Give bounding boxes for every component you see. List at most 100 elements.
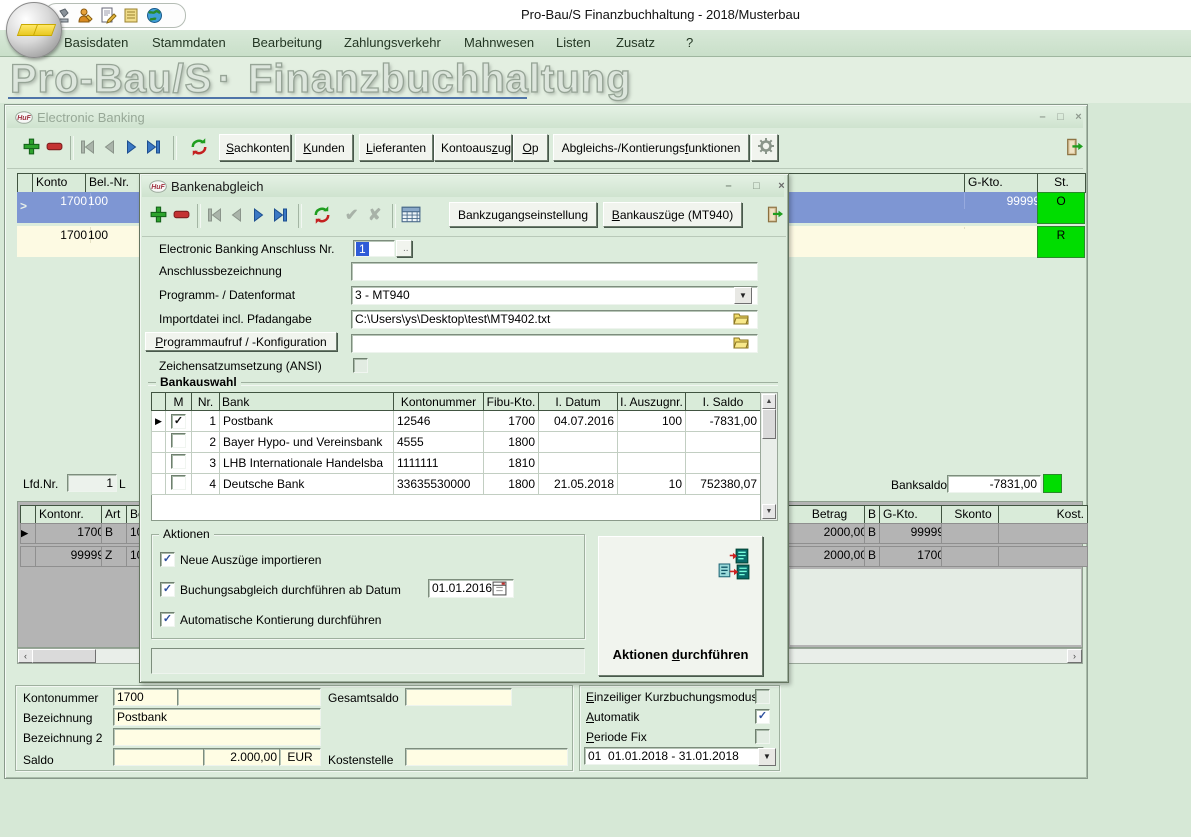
first-record-icon[interactable] — [79, 139, 96, 155]
exit-icon[interactable] — [764, 205, 783, 224]
previous-record-icon[interactable] — [228, 207, 245, 223]
anschluss-nr-field[interactable]: 1 — [353, 240, 395, 257]
app-logo[interactable] — [6, 2, 62, 58]
m-checkbox[interactable] — [171, 454, 186, 469]
add-record-icon[interactable] — [149, 205, 168, 224]
kontonummer-field[interactable]: 1700 — [113, 688, 179, 706]
table-row[interactable]: 4 Deutsche Bank 33635530000 1800 21.05.2… — [152, 474, 761, 495]
header-datum[interactable]: I. Datum — [539, 393, 618, 411]
bankauszuege-button[interactable]: Bankauszüge (MT940) — [603, 202, 742, 227]
maximize-icon[interactable]: □ — [1053, 111, 1068, 124]
op-button[interactable]: Op — [513, 134, 548, 161]
m-checkbox[interactable] — [171, 433, 186, 448]
header-gkto[interactable]: G-Kto. — [879, 505, 948, 524]
header-bank[interactable]: Bank — [220, 393, 394, 411]
refresh-icon[interactable] — [312, 205, 332, 225]
grid-header-gkto[interactable]: G-Kto. — [964, 173, 1044, 193]
table-row[interactable]: 2 Bayer Hypo- und Vereinsbank 4555 1800 — [152, 432, 761, 453]
last-record-icon[interactable] — [145, 139, 162, 155]
header-betrag[interactable]: Betrag — [788, 505, 871, 524]
last-record-icon[interactable] — [272, 207, 289, 223]
bankzugang-button[interactable]: Bankzugangseinstellung — [449, 202, 597, 227]
document-edit-icon[interactable] — [100, 7, 117, 24]
delete-record-icon[interactable] — [45, 141, 64, 152]
calculator-grid-icon[interactable] — [401, 206, 421, 223]
scroll-right-icon[interactable]: › — [1067, 649, 1082, 663]
anschlussbez-field[interactable] — [351, 262, 758, 281]
header-kontonummer[interactable]: Kontonummer — [394, 393, 484, 411]
header-kost[interactable]: Kost. — [998, 505, 1088, 524]
vertical-scrollbar[interactable]: ▲ ▼ — [760, 392, 778, 521]
notepad-icon[interactable] — [123, 7, 140, 24]
header-saldo[interactable]: I. Saldo — [686, 393, 761, 411]
menu-zahlungsverkehr[interactable]: Zahlungsverkehr — [344, 35, 441, 50]
user-edit-icon[interactable] — [77, 7, 94, 24]
kurzbuchung-checkbox[interactable] — [755, 689, 770, 704]
abgleich-funktionen-button[interactable]: Abgleichs-/Kontierungsfunktionen — [553, 134, 749, 161]
periode-fix-checkbox[interactable] — [755, 729, 770, 744]
saldo-field[interactable] — [113, 748, 205, 766]
exit-icon[interactable] — [1063, 137, 1083, 157]
header-kontonr[interactable]: Kontonr. — [35, 505, 108, 524]
menu-stammdaten[interactable]: Stammdaten — [152, 35, 226, 50]
kontonummer-field2[interactable] — [177, 688, 321, 706]
close-icon[interactable]: × — [1071, 111, 1086, 124]
next-record-icon[interactable] — [123, 139, 140, 155]
maximize-icon[interactable]: □ — [749, 180, 764, 193]
format-select[interactable]: 3 - MT940 — [351, 286, 758, 305]
format-dropdown-button[interactable]: ▼ — [734, 287, 752, 304]
minimize-icon[interactable]: – — [721, 180, 736, 193]
calendar-icon[interactable] — [492, 581, 507, 596]
header-fibu[interactable]: Fibu-Kto. — [484, 393, 539, 411]
globe-icon[interactable] — [146, 7, 163, 24]
scrollbar-thumb[interactable] — [32, 649, 96, 663]
delete-record-icon[interactable] — [172, 209, 191, 220]
next-record-icon[interactable] — [250, 207, 267, 223]
menu-zusatz[interactable]: Zusatz — [616, 35, 655, 50]
programmaufruf-field[interactable] — [351, 334, 758, 353]
kunden-button[interactable]: Kunden — [295, 134, 353, 161]
close-icon[interactable]: × — [774, 180, 789, 193]
bezeichnung-field[interactable]: Postbank — [113, 708, 321, 726]
grid-header-st[interactable]: St. — [1037, 173, 1086, 193]
m-checkbox[interactable] — [171, 475, 186, 490]
m-checkbox[interactable]: ✓ — [171, 414, 186, 429]
programmaufruf-button[interactable]: Programmaufruf / -Konfiguration — [145, 332, 337, 351]
importdatei-field[interactable]: C:\Users\ys\Desktop\test\MT9402.txt — [351, 310, 758, 329]
banksaldo-field[interactable]: -7831,00 — [947, 475, 1041, 493]
table-row[interactable]: 3 LHB Internationale Handelsba 1111111 1… — [152, 453, 761, 474]
dialog-titlebar[interactable]: HuF Bankenabgleich – □ × — [142, 176, 784, 197]
zeichensatz-checkbox[interactable] — [353, 358, 368, 373]
scroll-left-icon[interactable]: ‹ — [18, 649, 33, 663]
aktionen-durchfuehren-button[interactable]: Aktionen durchführen — [598, 536, 763, 676]
minimize-icon[interactable]: – — [1035, 111, 1050, 124]
table-row[interactable]: ▶ ✓ 1 Postbank 12546 1700 04.07.2016 100… — [152, 411, 761, 432]
scrollbar-thumb[interactable] — [762, 409, 776, 439]
kostenstelle-field[interactable] — [405, 748, 568, 766]
settings-gear-button[interactable] — [751, 134, 778, 161]
menu-mahnwesen[interactable]: Mahnwesen — [464, 35, 534, 50]
browse-anschluss-button[interactable]: .. — [396, 240, 412, 257]
previous-record-icon[interactable] — [101, 139, 118, 155]
header-m[interactable]: M — [166, 393, 192, 411]
sachkonten-button[interactable]: Sachkonten — [219, 134, 291, 161]
auto-kontierung-checkbox[interactable]: ✓ — [160, 612, 175, 627]
header-nr[interactable]: Nr. — [192, 393, 220, 411]
folder-open-icon[interactable] — [733, 312, 749, 325]
gesamtsaldo-field[interactable] — [405, 688, 512, 706]
lieferanten-button[interactable]: Lieferanten — [359, 134, 433, 161]
periode-dropdown-button[interactable]: ▼ — [758, 748, 776, 766]
menu-hilfe[interactable]: ? — [686, 35, 693, 50]
menu-bearbeitung[interactable]: Bearbeitung — [252, 35, 322, 50]
first-record-icon[interactable] — [206, 207, 223, 223]
header-auszugnr[interactable]: I. Auszugnr. — [618, 393, 686, 411]
kontoauszug-button[interactable]: Kontoauszug — [434, 134, 512, 161]
confirm-icon[interactable]: ✔ — [345, 205, 358, 225]
neue-auszuege-checkbox[interactable]: ✓ — [160, 552, 175, 567]
menu-listen[interactable]: Listen — [556, 35, 591, 50]
scroll-down-icon[interactable]: ▼ — [762, 504, 776, 519]
cancel-icon[interactable]: ✘ — [368, 205, 381, 225]
window-titlebar[interactable]: HuF Electronic Banking – □ × — [7, 107, 1083, 128]
scroll-up-icon[interactable]: ▲ — [762, 394, 776, 409]
periode-select[interactable]: 01 01.01.2018 - 31.01.2018 — [584, 747, 764, 765]
